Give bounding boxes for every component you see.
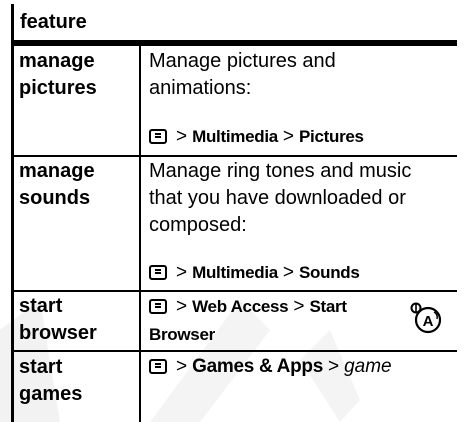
- feature-line: browser: [19, 322, 97, 344]
- feature-line: start: [19, 295, 63, 317]
- table-header: feature: [14, 4, 457, 40]
- path-separator: >: [282, 126, 295, 147]
- path-step: Web Access: [192, 297, 289, 316]
- path-step: Games & Apps: [192, 356, 323, 377]
- desc-line: Manage pictures and: [149, 50, 336, 72]
- menu-path-pictures: > Multimedia > Pictures: [149, 126, 364, 148]
- header-divider: [11, 40, 457, 46]
- row-divider: [11, 290, 457, 292]
- network-dependent-feature-icon: A: [410, 302, 442, 334]
- menu-path-sounds: > Multimedia > Sounds: [149, 262, 360, 284]
- row-divider: [11, 155, 457, 157]
- path-separator: >: [176, 296, 188, 317]
- feature-line: manage: [19, 160, 95, 182]
- svg-text:A: A: [423, 313, 434, 330]
- path-separator: >: [282, 262, 295, 283]
- feature-line: games: [19, 383, 83, 405]
- feature-line: start: [19, 356, 63, 378]
- row-feature-start-games: start games: [19, 354, 82, 408]
- path-step: Multimedia: [192, 127, 278, 146]
- menu-key-icon: [149, 265, 167, 280]
- path-separator: >: [176, 126, 188, 147]
- path-separator: >: [176, 356, 188, 377]
- menu-path-games: > Games & Apps > game: [149, 356, 392, 378]
- row-desc-manage-sounds: Manage ring tones and music that you hav…: [149, 158, 449, 239]
- menu-key-icon: [149, 129, 167, 144]
- path-step: Start: [309, 297, 347, 316]
- feature-line: pictures: [19, 77, 97, 99]
- path-step: Pictures: [299, 127, 364, 146]
- header-feature-label: feature: [20, 11, 87, 33]
- menu-key-icon: [149, 359, 167, 374]
- desc-line: composed:: [149, 214, 247, 236]
- feature-line: sounds: [19, 187, 91, 209]
- feature-line: manage: [19, 50, 95, 72]
- table-left-border: [11, 4, 14, 422]
- menu-key-icon: [149, 299, 167, 314]
- row-desc-manage-pictures: Manage pictures and animations:: [149, 48, 449, 102]
- path-step: Browser: [149, 325, 215, 344]
- row-feature-manage-pictures: manage pictures: [19, 48, 97, 102]
- menu-path-browser: > Web Access > Start: [149, 296, 347, 318]
- row-feature-manage-sounds: manage sounds: [19, 158, 95, 212]
- menu-path-browser-cont: Browser: [149, 324, 215, 346]
- row-divider: [11, 350, 457, 352]
- path-step: Sounds: [299, 263, 360, 282]
- path-separator: >: [176, 262, 188, 283]
- path-separator: >: [327, 356, 340, 377]
- desc-line: Manage ring tones and music: [149, 160, 412, 182]
- row-feature-start-browser: start browser: [19, 293, 97, 347]
- column-divider: [139, 46, 141, 422]
- path-placeholder: game: [344, 356, 392, 377]
- desc-line: that you have downloaded or: [149, 187, 406, 209]
- desc-line: animations:: [149, 77, 252, 99]
- path-separator: >: [293, 296, 305, 317]
- path-step: Multimedia: [192, 263, 278, 282]
